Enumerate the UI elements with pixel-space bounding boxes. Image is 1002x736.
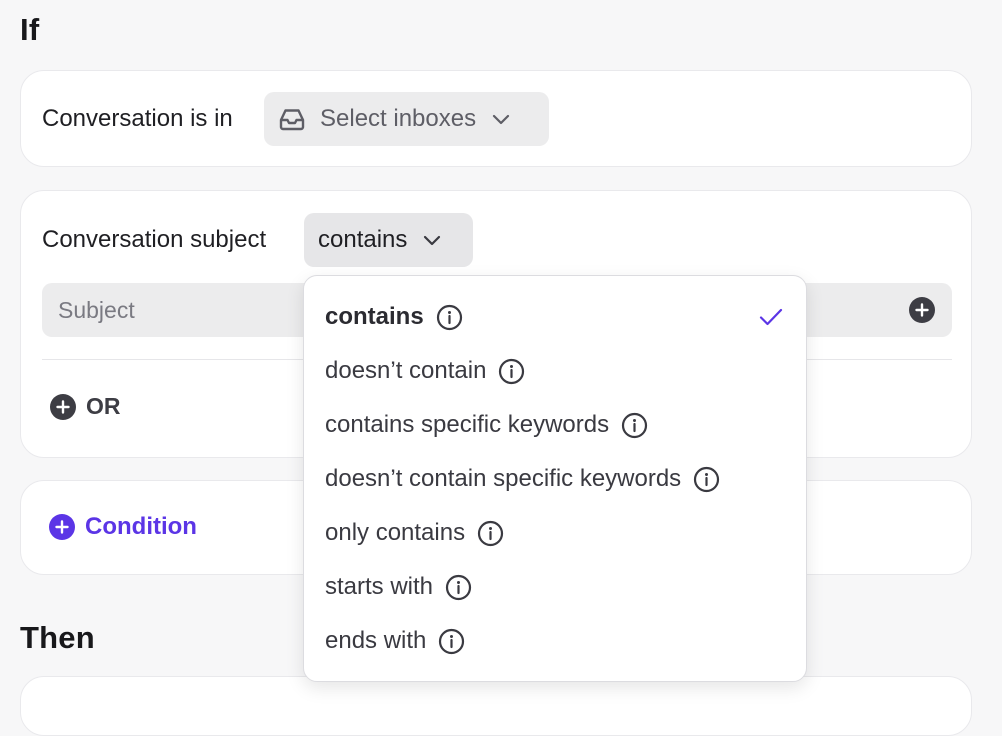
plus-circle-icon: [49, 514, 75, 540]
operator-option[interactable]: contains: [304, 290, 806, 344]
chevron-down-icon: [424, 235, 441, 246]
operator-option-label: ends with: [325, 627, 427, 654]
operator-option[interactable]: starts with: [304, 560, 806, 614]
add-condition-label: Condition: [85, 513, 197, 540]
operator-dropdown-menu: contains doesn’t contain contains specific…: [303, 275, 807, 682]
operator-option-label: contains: [325, 303, 424, 330]
info-circle-icon[interactable]: [436, 304, 463, 331]
subject-operator-value: contains: [318, 226, 408, 253]
info-circle-icon[interactable]: [477, 520, 504, 547]
info-circle-icon[interactable]: [693, 466, 720, 493]
plus-circle-icon: [50, 393, 76, 420]
subject-rule-label: Conversation subject: [42, 226, 267, 253]
then-heading: Then: [20, 620, 95, 655]
operator-option-label: doesn’t contain: [325, 357, 487, 384]
info-circle-icon[interactable]: [445, 574, 472, 601]
chevron-down-icon: [492, 114, 510, 125]
inbox-rule-label: Conversation is in: [42, 105, 233, 132]
then-card: [20, 676, 972, 736]
operator-option-label: only contains: [325, 519, 466, 546]
plus-circle-icon[interactable]: [909, 297, 935, 323]
if-heading: If: [20, 12, 40, 47]
inbox-tray-icon: [279, 109, 305, 131]
operator-option[interactable]: ends with: [304, 614, 806, 668]
subject-operator-dropdown[interactable]: contains: [304, 213, 473, 267]
checkmark-icon: [759, 308, 783, 326]
operator-option[interactable]: doesn’t contain: [304, 344, 806, 398]
operator-option-label: starts with: [325, 573, 434, 600]
or-label: OR: [86, 393, 121, 419]
info-circle-icon[interactable]: [621, 412, 648, 439]
select-inboxes-dropdown[interactable]: Select inboxes: [264, 92, 549, 146]
operator-option-label: contains specific keywords: [325, 411, 610, 438]
inbox-rule-card: Conversation is in Select inboxes: [20, 70, 972, 167]
add-or-button[interactable]: OR: [50, 393, 121, 420]
select-inboxes-label: Select inboxes: [320, 105, 477, 132]
operator-option-label: doesn’t contain specific keywords: [325, 465, 682, 492]
info-circle-icon[interactable]: [498, 358, 525, 385]
operator-option[interactable]: contains specific keywords: [304, 398, 806, 452]
add-condition-button[interactable]: Condition: [49, 513, 197, 541]
operator-option[interactable]: doesn’t contain specific keywords: [304, 452, 806, 506]
info-circle-icon[interactable]: [438, 628, 465, 655]
operator-option[interactable]: only contains: [304, 506, 806, 560]
